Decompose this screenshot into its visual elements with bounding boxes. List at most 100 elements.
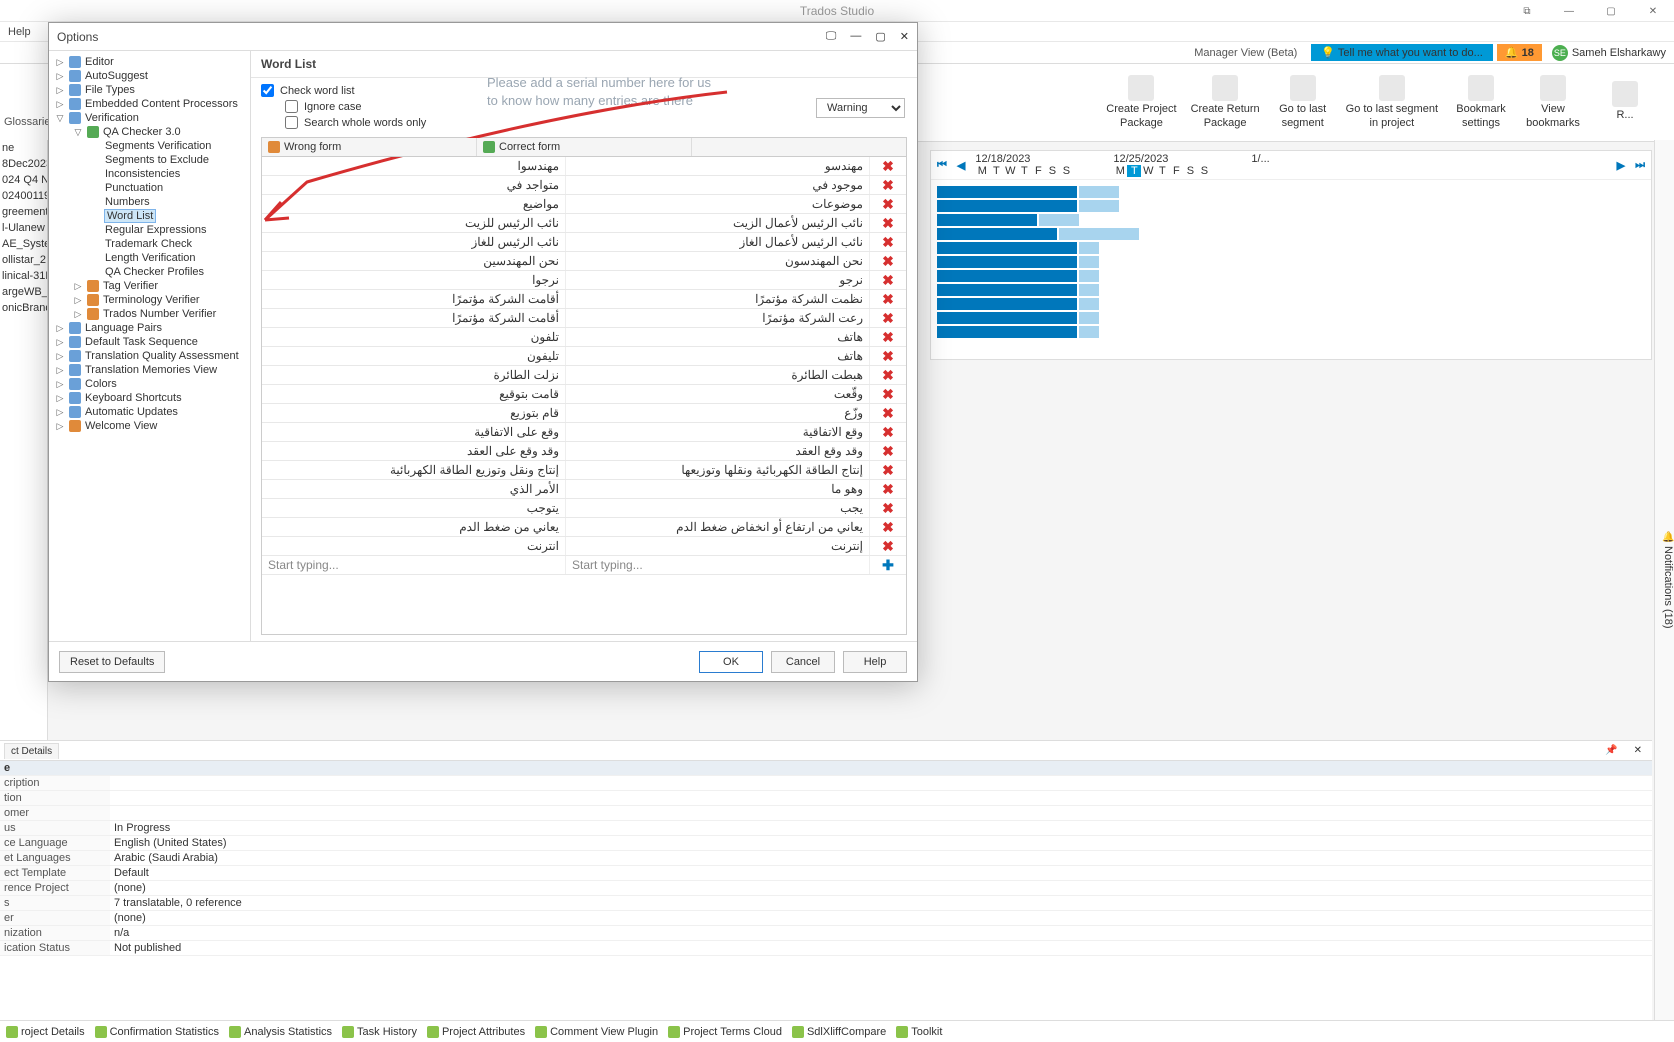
- bottom-tab[interactable]: Toolkit: [896, 1026, 942, 1038]
- correct-cell[interactable]: وقد وقع العقد: [566, 442, 870, 460]
- cal-next-icon[interactable]: ▶: [1617, 159, 1625, 172]
- word-list-row[interactable]: نائب الرئيس للغازنائب الرئيس لأعمال الغا…: [262, 233, 906, 252]
- details-tab[interactable]: ct Details: [4, 743, 59, 759]
- word-list-row[interactable]: وقد وقع على العقدوقد وقع العقد✖: [262, 442, 906, 461]
- correct-cell[interactable]: وهو ما: [566, 480, 870, 498]
- bottom-tab[interactable]: Project Attributes: [427, 1026, 525, 1038]
- project-strip-item[interactable]: l-Ulanew: [0, 220, 47, 236]
- word-list-row[interactable]: إنتاج ونقل وتوزيع الطاقة الكهربائيةإنتاج…: [262, 461, 906, 480]
- wrong-cell[interactable]: أقامت الشركة مؤتمرًا: [262, 309, 566, 327]
- ok-button[interactable]: OK: [699, 651, 763, 673]
- cal-first-icon[interactable]: ⏮: [937, 159, 947, 172]
- word-list-row[interactable]: قام بتوزيعوزّع✖: [262, 404, 906, 423]
- delete-row-icon[interactable]: ✖: [870, 461, 906, 479]
- delete-row-icon[interactable]: ✖: [870, 290, 906, 308]
- correct-cell[interactable]: وزّع: [566, 404, 870, 422]
- word-list-row[interactable]: متواجد فيموجود في✖: [262, 176, 906, 195]
- project-strip-item[interactable]: ne: [0, 140, 47, 156]
- word-list-new-row[interactable]: Start typing...Start typing...✚: [262, 556, 906, 575]
- delete-row-icon[interactable]: ✖: [870, 404, 906, 422]
- panel-pin-icon[interactable]: 📌: [1599, 743, 1623, 758]
- word-list-row[interactable]: يعاني من ضغط الدميعاني من ارتفاع أو انخف…: [262, 518, 906, 537]
- correct-cell[interactable]: إنترنت: [566, 537, 870, 555]
- tree-item[interactable]: ▷Colors: [49, 377, 250, 391]
- correct-cell[interactable]: هاتف: [566, 328, 870, 346]
- tree-item[interactable]: ▷File Types: [49, 83, 250, 97]
- wrong-cell[interactable]: قام بتوزيع: [262, 404, 566, 422]
- tree-expander-icon[interactable]: ▷: [73, 309, 83, 320]
- correct-cell[interactable]: مهندسو: [566, 157, 870, 175]
- tree-item[interactable]: ▽Verification: [49, 111, 250, 125]
- cancel-button[interactable]: Cancel: [771, 651, 835, 673]
- project-strip-item[interactable]: ollistar_2...: [0, 252, 47, 268]
- wrong-cell[interactable]: إنتاج ونقل وتوزيع الطاقة الكهربائية: [262, 461, 566, 479]
- tree-item[interactable]: Inconsistencies: [49, 167, 250, 181]
- correct-cell[interactable]: نرجو: [566, 271, 870, 289]
- bottom-tab[interactable]: Task History: [342, 1026, 417, 1038]
- dialog-maximize-icon[interactable]: ▢: [875, 30, 885, 43]
- delete-row-icon[interactable]: ✖: [870, 328, 906, 346]
- correct-cell[interactable]: رعت الشركة مؤتمرًا: [566, 309, 870, 327]
- correct-cell[interactable]: يعاني من ارتفاع أو انخفاض ضغط الدم: [566, 518, 870, 536]
- tree-item[interactable]: ▷Translation Quality Assessment: [49, 349, 250, 363]
- col-correct-form[interactable]: Correct form: [477, 138, 692, 156]
- reset-defaults-button[interactable]: Reset to Defaults: [59, 651, 165, 673]
- bottom-tab[interactable]: Project Terms Cloud: [668, 1026, 782, 1038]
- wrong-cell[interactable]: نزلت الطائرة: [262, 366, 566, 384]
- dialog-screen-icon[interactable]: 🖵: [826, 30, 837, 43]
- tree-item[interactable]: Trademark Check: [49, 237, 250, 251]
- delete-row-icon[interactable]: ✖: [870, 480, 906, 498]
- tree-item[interactable]: Segments to Exclude: [49, 153, 250, 167]
- wrong-cell[interactable]: انترنت: [262, 537, 566, 555]
- bottom-tab[interactable]: SdlXliffCompare: [792, 1026, 886, 1038]
- new-correct-cell[interactable]: Start typing...: [566, 556, 870, 574]
- word-list-row[interactable]: تليفونهاتف✖: [262, 347, 906, 366]
- new-wrong-cell[interactable]: Start typing...: [262, 556, 566, 574]
- wrong-cell[interactable]: قامت بتوقيع: [262, 385, 566, 403]
- tree-expander-icon[interactable]: ▷: [55, 337, 65, 348]
- tree-item[interactable]: ▷Embedded Content Processors: [49, 97, 250, 111]
- delete-row-icon[interactable]: ✖: [870, 271, 906, 289]
- tree-expander-icon[interactable]: ▽: [55, 113, 65, 124]
- word-list-row[interactable]: مواضيعموضوعات✖: [262, 195, 906, 214]
- delete-row-icon[interactable]: ✖: [870, 385, 906, 403]
- tree-expander-icon[interactable]: ▷: [73, 281, 83, 292]
- help-button[interactable]: Help: [843, 651, 907, 673]
- tree-item[interactable]: ▷Translation Memories View: [49, 363, 250, 377]
- wrong-cell[interactable]: تليفون: [262, 347, 566, 365]
- tree-expander-icon[interactable]: ▷: [55, 421, 65, 432]
- delete-row-icon[interactable]: ✖: [870, 252, 906, 270]
- wrong-cell[interactable]: نائب الرئيس للغاز: [262, 233, 566, 251]
- correct-cell[interactable]: موضوعات: [566, 195, 870, 213]
- dialog-minimize-icon[interactable]: —: [850, 30, 861, 43]
- wrong-cell[interactable]: مواضيع: [262, 195, 566, 213]
- wrong-cell[interactable]: وقع على الاتفاقية: [262, 423, 566, 441]
- tree-item[interactable]: ▷Trados Number Verifier: [49, 307, 250, 321]
- wrong-cell[interactable]: الأمر الذي: [262, 480, 566, 498]
- window-restore-icon[interactable]: ⧉: [1506, 0, 1548, 22]
- tree-expander-icon[interactable]: ▷: [55, 365, 65, 376]
- word-list-row[interactable]: قامت بتوقيعوقّعت✖: [262, 385, 906, 404]
- user-menu[interactable]: SESameh Elsharkawy: [1552, 45, 1666, 61]
- delete-row-icon[interactable]: ✖: [870, 214, 906, 232]
- window-minimize-icon[interactable]: —: [1548, 0, 1590, 22]
- correct-cell[interactable]: وقّعت: [566, 385, 870, 403]
- tab-manager-view[interactable]: Manager View (Beta): [1184, 45, 1307, 61]
- search-whole-words-checkbox[interactable]: Search whole words only: [285, 116, 907, 129]
- severity-dropdown[interactable]: Warning: [816, 98, 905, 118]
- word-list-row[interactable]: انترنتإنترنت✖: [262, 537, 906, 556]
- delete-row-icon[interactable]: ✖: [870, 309, 906, 327]
- project-strip-item[interactable]: 024 Q4 Ne...: [0, 172, 47, 188]
- window-close-icon[interactable]: ✕: [1632, 0, 1674, 22]
- window-maximize-icon[interactable]: ▢: [1590, 0, 1632, 22]
- ribbon-item[interactable]: Bookmarksettings: [1452, 68, 1510, 136]
- wrong-cell[interactable]: أقامت الشركة مؤتمرًا: [262, 290, 566, 308]
- cal-last-icon[interactable]: ⏭: [1635, 159, 1645, 172]
- wrong-cell[interactable]: نرجوا: [262, 271, 566, 289]
- delete-row-icon[interactable]: ✖: [870, 442, 906, 460]
- tree-expander-icon[interactable]: ▷: [55, 351, 65, 362]
- bottom-tab[interactable]: roject Details: [6, 1026, 85, 1038]
- wrong-cell[interactable]: وقد وقع على العقد: [262, 442, 566, 460]
- tree-expander-icon[interactable]: ▷: [55, 407, 65, 418]
- tree-expander-icon[interactable]: ▽: [73, 127, 83, 138]
